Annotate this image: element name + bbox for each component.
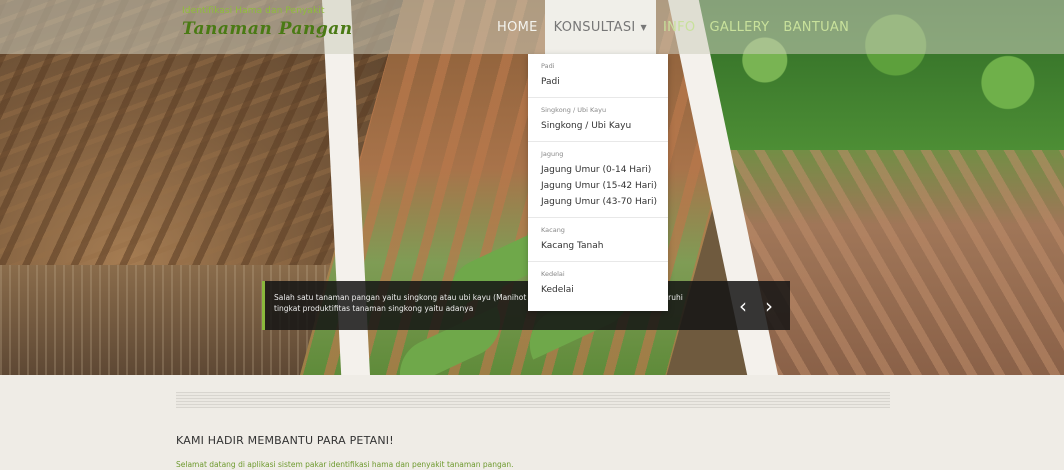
dropdown-header: Padi bbox=[541, 62, 555, 70]
nav-konsultasi[interactable]: KONSULTASI ▼ bbox=[544, 0, 656, 54]
dropdown-group-kedelai: Kedelai Kedelai bbox=[528, 262, 668, 305]
dropdown-header: Kacang bbox=[541, 226, 565, 234]
brand-logo[interactable]: Identifikasi Hama dan Penyakit Tanaman P… bbox=[182, 6, 353, 39]
menu-item-kacang-tanah[interactable]: Kacang Tanah bbox=[541, 238, 668, 254]
brand-tagline: Identifikasi Hama dan Penyakit bbox=[182, 6, 325, 16]
dropdown-group-singkong: Singkong / Ubi Kayu Singkong / Ubi Kayu bbox=[528, 98, 668, 142]
nav-info[interactable]: INFO bbox=[656, 0, 702, 54]
nav-gallery[interactable]: GALLERY bbox=[702, 0, 776, 54]
dropdown-group-kacang: Kacang Kacang Tanah bbox=[528, 218, 668, 262]
menu-item-jagung-0-14[interactable]: Jagung Umur (0-14 Hari) bbox=[541, 162, 668, 178]
nav-home[interactable]: HOME bbox=[490, 0, 545, 54]
menu-item-singkong[interactable]: Singkong / Ubi Kayu bbox=[541, 118, 668, 134]
navbar: Identifikasi Hama dan Penyakit Tanaman P… bbox=[0, 0, 1064, 54]
brand-title: Tanaman Pangan bbox=[182, 19, 353, 39]
menu-item-kedelai[interactable]: Kedelai bbox=[541, 282, 668, 298]
dropdown-header: Jagung bbox=[541, 150, 564, 158]
dropdown-header: Singkong / Ubi Kayu bbox=[541, 106, 607, 114]
menu-item-jagung-15-42[interactable]: Jagung Umur (15-42 Hari) bbox=[541, 178, 668, 194]
nav-konsultasi-label: KONSULTASI bbox=[553, 19, 636, 35]
menu-item-padi[interactable]: Padi bbox=[541, 74, 668, 90]
slider-caption: Salah satu tanaman pangan yaitu singkong… bbox=[262, 281, 790, 330]
section-title: KAMI HADIR MEMBANTU PARA PETANI! bbox=[176, 434, 394, 447]
section-divider bbox=[176, 392, 890, 408]
nav-bantuan[interactable]: BANTUAN bbox=[776, 0, 856, 54]
konsultasi-dropdown: Padi Padi Singkong / Ubi Kayu Singkong /… bbox=[528, 54, 668, 311]
menu-item-jagung-43-70[interactable]: Jagung Umur (43-70 Hari) bbox=[541, 194, 668, 210]
dropdown-header: Kedelai bbox=[541, 270, 565, 278]
caret-down-icon: ▼ bbox=[640, 22, 647, 32]
chevron-left-icon[interactable]: ‹ bbox=[734, 295, 752, 319]
dropdown-group-jagung: Jagung Jagung Umur (0-14 Hari) Jagung Um… bbox=[528, 142, 668, 218]
section-subtitle: Selamat datang di aplikasi sistem pakar … bbox=[176, 460, 514, 469]
dropdown-group-padi: Padi Padi bbox=[528, 54, 668, 98]
main-nav: HOME KONSULTASI ▼ INFO GALLERY BANTUAN bbox=[490, 0, 856, 54]
chevron-right-icon[interactable]: › bbox=[760, 295, 778, 319]
